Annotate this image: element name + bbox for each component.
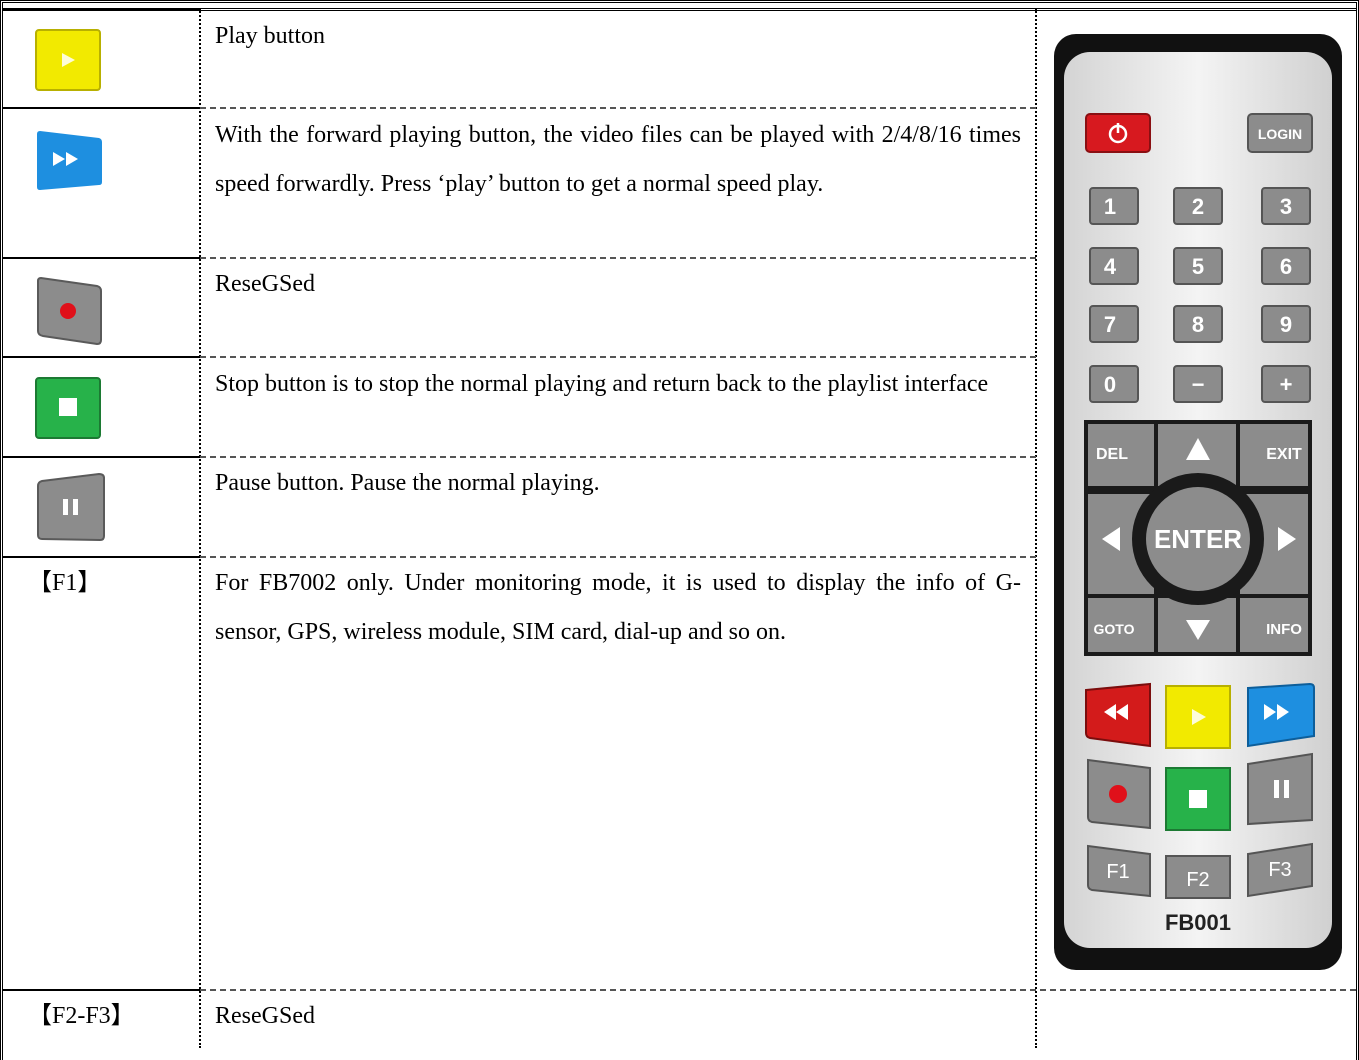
svg-text:0: 0 (1104, 372, 1116, 397)
column-divider-2 (1035, 8, 1037, 1048)
svg-text:5: 5 (1192, 254, 1204, 279)
row-f1-description: For FB7002 only. Under monitoring mode, … (215, 570, 1021, 645)
play-icon (35, 29, 101, 91)
svg-text:9: 9 (1280, 312, 1292, 337)
row-play-description: Play button (215, 23, 326, 49)
svg-text:4: 4 (1104, 254, 1117, 279)
column-divider-1 (199, 8, 201, 1048)
stop-icon (35, 377, 101, 439)
row-stop-description: Stop button is to stop the normal playin… (215, 371, 989, 397)
row-divider (200, 107, 1036, 109)
row-divider (3, 257, 200, 259)
svg-text:7: 7 (1104, 312, 1116, 337)
row-record-description: ReseGSed (215, 271, 315, 297)
row-divider (3, 556, 200, 558)
svg-text:F2: F2 (1186, 869, 1209, 891)
row-divider (3, 456, 200, 458)
key-f2-f3-label: 【F2-F3】 (28, 1003, 135, 1029)
svg-text:F1: F1 (1106, 861, 1129, 883)
row-divider (200, 456, 1036, 458)
row-divider (200, 257, 1036, 259)
svg-text:1: 1 (1104, 194, 1116, 219)
row-divider (200, 989, 1356, 991)
remote-control-image: LOGIN 1 2 3 4 5 6 7 8 9 0 − + ENTER DEL EXIT GOT… (1054, 34, 1342, 970)
row-divider (200, 556, 1036, 558)
row-divider (3, 8, 1356, 11)
row-divider (3, 989, 200, 991)
row-f2-f3-description: ReseGSed (215, 1003, 315, 1029)
row-divider (200, 356, 1036, 358)
svg-text:2: 2 (1192, 194, 1204, 219)
svg-text:GOTO: GOTO (1094, 621, 1135, 637)
row-fast-forward-description: With the forward playing button, the vid… (215, 122, 1021, 197)
remote-model-label: FB001 (1165, 910, 1231, 935)
row-pause-description: Pause button. Pause the normal playing. (215, 470, 600, 496)
key-f1-label: 【F1】 (28, 570, 102, 596)
svg-text:3: 3 (1280, 194, 1292, 219)
row-divider (3, 107, 200, 109)
svg-text:+: + (1280, 372, 1293, 397)
svg-text:EXIT: EXIT (1266, 446, 1302, 463)
svg-text:F3: F3 (1268, 859, 1291, 881)
pause-icon (35, 472, 107, 542)
svg-text:8: 8 (1192, 312, 1204, 337)
fast-forward-icon (35, 130, 103, 192)
remote-login-label: LOGIN (1258, 126, 1302, 142)
svg-text:−: − (1192, 372, 1205, 397)
row-divider (3, 356, 200, 358)
record-icon (35, 276, 105, 346)
svg-text:6: 6 (1280, 254, 1292, 279)
svg-text:DEL: DEL (1096, 446, 1128, 463)
svg-text:INFO: INFO (1266, 621, 1302, 638)
svg-text:ENTER: ENTER (1154, 524, 1242, 554)
